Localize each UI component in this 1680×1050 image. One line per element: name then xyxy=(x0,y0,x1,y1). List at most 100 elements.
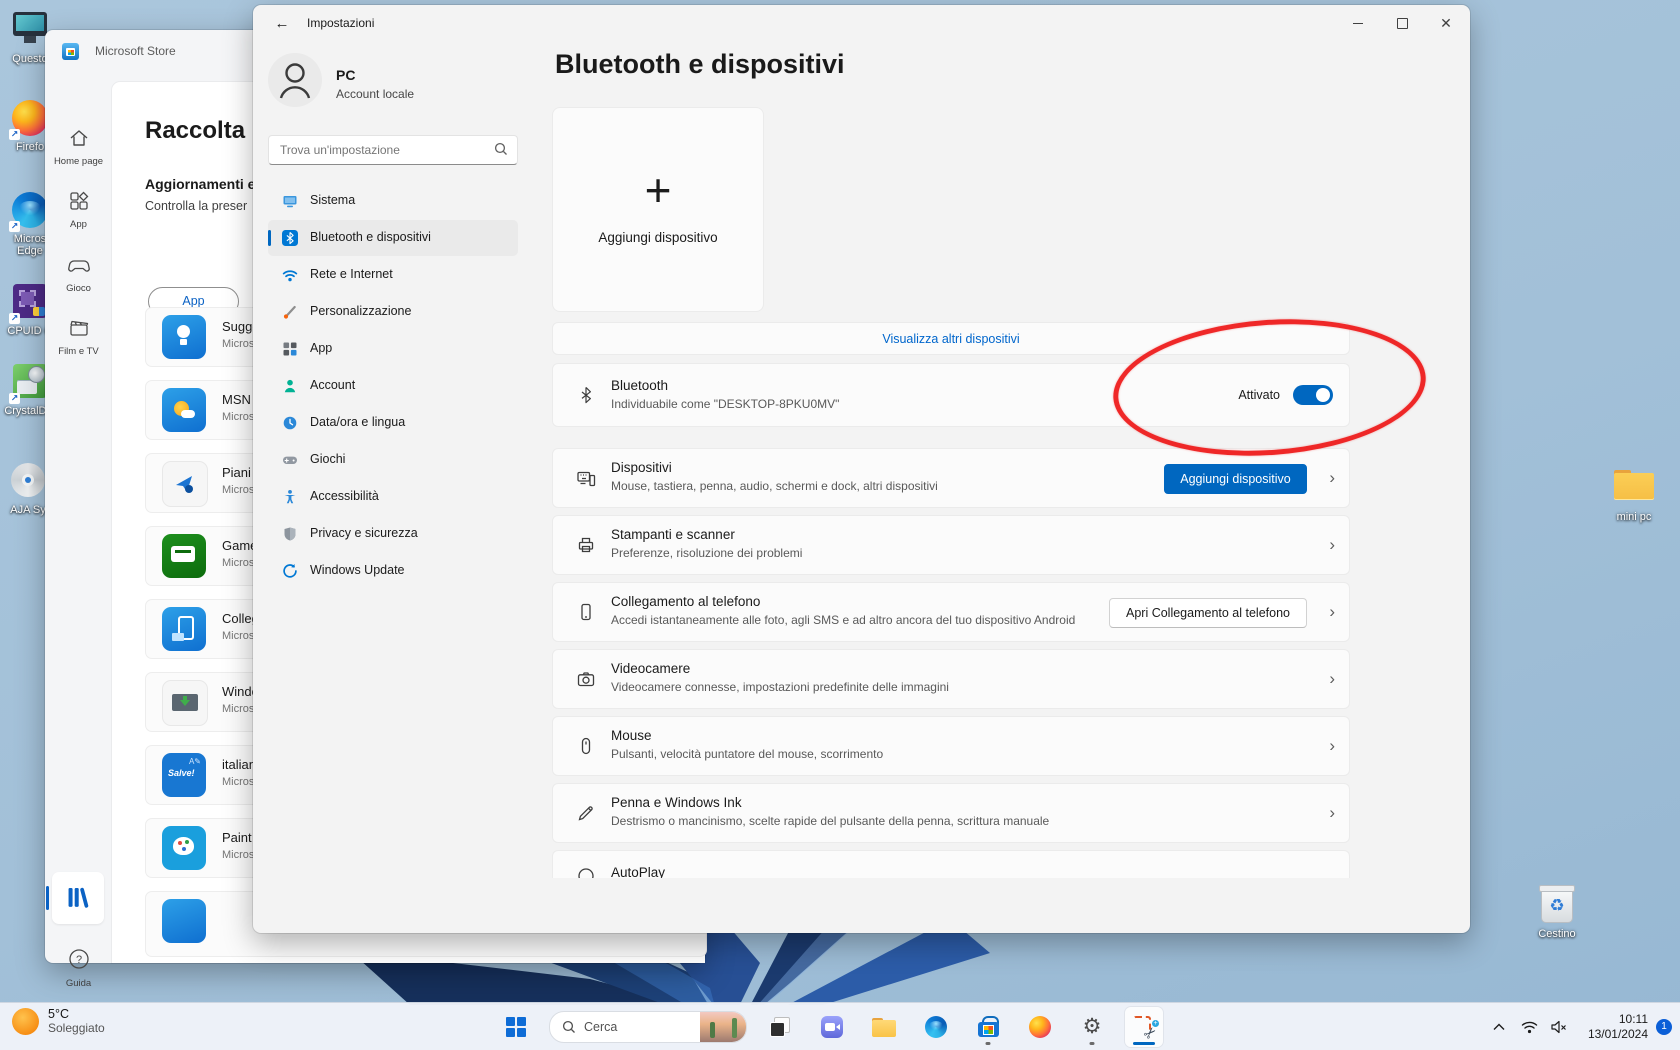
chevron-right-icon: › xyxy=(1329,535,1335,555)
edge-button[interactable] xyxy=(917,1007,955,1047)
desktop: Questo ↗ Firefo ↗ Micros Edge ↗ CPUID C … xyxy=(0,0,1680,1050)
add-device-card[interactable]: + Aggiungi dispositivo xyxy=(552,107,764,312)
sidebar-item-accessibilita[interactable]: Accessibilità xyxy=(268,479,518,515)
maximize-button[interactable] xyxy=(1380,5,1424,41)
firefox-icon xyxy=(1029,1016,1051,1038)
accessibility-icon xyxy=(282,489,298,505)
sidebar-item-giochi[interactable]: Giochi xyxy=(268,442,518,478)
penna-row[interactable]: Penna e Windows Ink Destrismo o mancinis… xyxy=(552,783,1350,843)
devices-icon xyxy=(576,468,596,488)
store-nav-app[interactable]: App xyxy=(45,190,112,230)
desktop-icon-mini-pc[interactable]: mini pc xyxy=(1606,466,1662,523)
tray-time: 10:11 xyxy=(1574,1012,1648,1027)
task-view-button[interactable] xyxy=(761,1007,799,1047)
store-nav-guida[interactable]: ? Guida xyxy=(45,947,112,989)
recycle-bin-icon: ♻ xyxy=(1541,887,1573,923)
camera-icon xyxy=(576,669,596,689)
msn-meteo-app-icon xyxy=(162,388,206,432)
account-avatar[interactable] xyxy=(268,53,322,107)
sidebar-item-data-ora[interactable]: Data/ora e lingua xyxy=(268,405,518,441)
library-icon xyxy=(65,885,91,911)
folder-icon xyxy=(872,1018,896,1037)
sidebar-item-rete[interactable]: Rete e Internet xyxy=(268,257,518,293)
close-button[interactable]: ✕ xyxy=(1424,5,1468,41)
settings-search[interactable] xyxy=(268,135,518,165)
videocamere-row[interactable]: Videocamere Videocamere connesse, impost… xyxy=(552,649,1350,709)
tray-network-button[interactable] xyxy=(1514,1007,1544,1047)
weather-widget[interactable]: 5°C Soleggiato xyxy=(12,1007,105,1035)
shield-icon xyxy=(282,526,298,542)
app-icon xyxy=(162,899,206,943)
taskbar-search-placeholder: Cerca xyxy=(584,1020,617,1034)
file-explorer-button[interactable] xyxy=(865,1007,903,1047)
store-section-subtitle: Controlla la preser xyxy=(145,199,247,213)
clock-icon xyxy=(282,415,298,431)
autoplay-icon xyxy=(576,865,596,878)
tray-chevron-button[interactable] xyxy=(1484,1007,1514,1047)
edge-icon xyxy=(925,1016,947,1038)
sidebar-item-privacy[interactable]: Privacy e sicurezza xyxy=(268,516,518,552)
autoplay-row-partial[interactable]: AutoPlay xyxy=(552,850,1350,878)
task-view-icon xyxy=(770,1017,790,1037)
settings-button[interactable]: ⚙ xyxy=(1073,1007,1111,1047)
shortcut-arrow-icon: ↗ xyxy=(9,313,20,324)
mouse-row[interactable]: Mouse Pulsanti, velocità puntatore del m… xyxy=(552,716,1350,776)
this-pc-icon xyxy=(13,12,47,36)
chat-icon xyxy=(821,1016,843,1038)
svg-text:?: ? xyxy=(75,954,81,966)
snipping-tool-button[interactable]: ✂+ xyxy=(1125,1007,1163,1047)
sidebar-item-app[interactable]: App xyxy=(268,331,518,367)
help-icon: ? xyxy=(67,947,91,971)
phone-icon xyxy=(576,602,596,622)
store-nav-raccolta-selected[interactable] xyxy=(52,872,104,924)
sidebar-item-sistema[interactable]: Sistema xyxy=(268,183,518,219)
collegamento-row[interactable]: Collegamento al telefono Accedi istantan… xyxy=(552,582,1350,642)
apps-icon xyxy=(282,341,298,357)
snipping-tool-icon: ✂+ xyxy=(1133,1016,1155,1038)
open-phone-link-button[interactable]: Apri Collegamento al telefono xyxy=(1109,598,1307,628)
start-button[interactable] xyxy=(497,1007,535,1047)
wifi-icon xyxy=(1521,1020,1538,1034)
desktop-icon-label: Cestino xyxy=(1529,928,1585,940)
wifi-icon xyxy=(282,267,298,283)
notification-badge[interactable]: 1 xyxy=(1656,1019,1672,1035)
sidebar-item-windows-update[interactable]: Windows Update xyxy=(268,553,518,589)
account-name: PC xyxy=(336,67,355,83)
taskbar-search[interactable]: Cerca xyxy=(549,1011,747,1043)
settings-titlebar[interactable]: ← Impostazioni ✕ xyxy=(253,5,1470,41)
search-icon xyxy=(494,142,508,156)
sidebar-item-account[interactable]: Account xyxy=(268,368,518,404)
collegamento-app-icon xyxy=(162,607,206,651)
store-nav-home[interactable]: Home page xyxy=(45,127,112,167)
running-indicator xyxy=(1090,1042,1095,1045)
chat-button[interactable] xyxy=(813,1007,851,1047)
desktop-icon-cestino[interactable]: ♻ Cestino xyxy=(1529,886,1585,940)
minimize-button[interactable] xyxy=(1336,5,1380,41)
italiano-app-icon: Salve!A✎ xyxy=(162,753,206,797)
printer-icon xyxy=(576,535,596,555)
sidebar-item-bluetooth[interactable]: Bluetooth e dispositivi xyxy=(268,220,518,256)
store-nav-film[interactable]: Film e TV xyxy=(45,317,112,357)
sidebar-item-personalizzazione[interactable]: Personalizzazione xyxy=(268,294,518,330)
dispositivi-row[interactable]: Dispositivi Mouse, tastiera, penna, audi… xyxy=(552,448,1350,508)
plus-icon: + xyxy=(553,170,763,210)
disc-icon xyxy=(11,463,45,497)
active-indicator xyxy=(1133,1042,1155,1045)
gamepad-icon xyxy=(67,254,91,276)
speaker-muted-icon xyxy=(1550,1020,1568,1034)
person-icon xyxy=(268,53,322,107)
add-device-button[interactable]: Aggiungi dispositivo xyxy=(1164,464,1307,494)
back-button[interactable]: ← xyxy=(267,12,297,36)
firefox-button[interactable] xyxy=(1021,1007,1059,1047)
windows-app-icon xyxy=(162,680,208,726)
settings-search-input[interactable] xyxy=(278,137,482,163)
store-nav-gioco[interactable]: Gioco xyxy=(45,254,112,294)
sun-icon xyxy=(12,1008,39,1035)
tray-volume-button[interactable] xyxy=(1544,1007,1574,1047)
tray-clock[interactable]: 10:11 13/01/2024 xyxy=(1574,1012,1654,1042)
stampanti-row[interactable]: Stampanti e scanner Preferenze, risoluzi… xyxy=(552,515,1350,575)
row-subtitle: Individuabile come "DESKTOP-8PKU0MV" xyxy=(611,397,839,411)
store-button[interactable] xyxy=(969,1007,1007,1047)
chevron-right-icon: › xyxy=(1329,468,1335,488)
home-icon xyxy=(68,127,90,149)
